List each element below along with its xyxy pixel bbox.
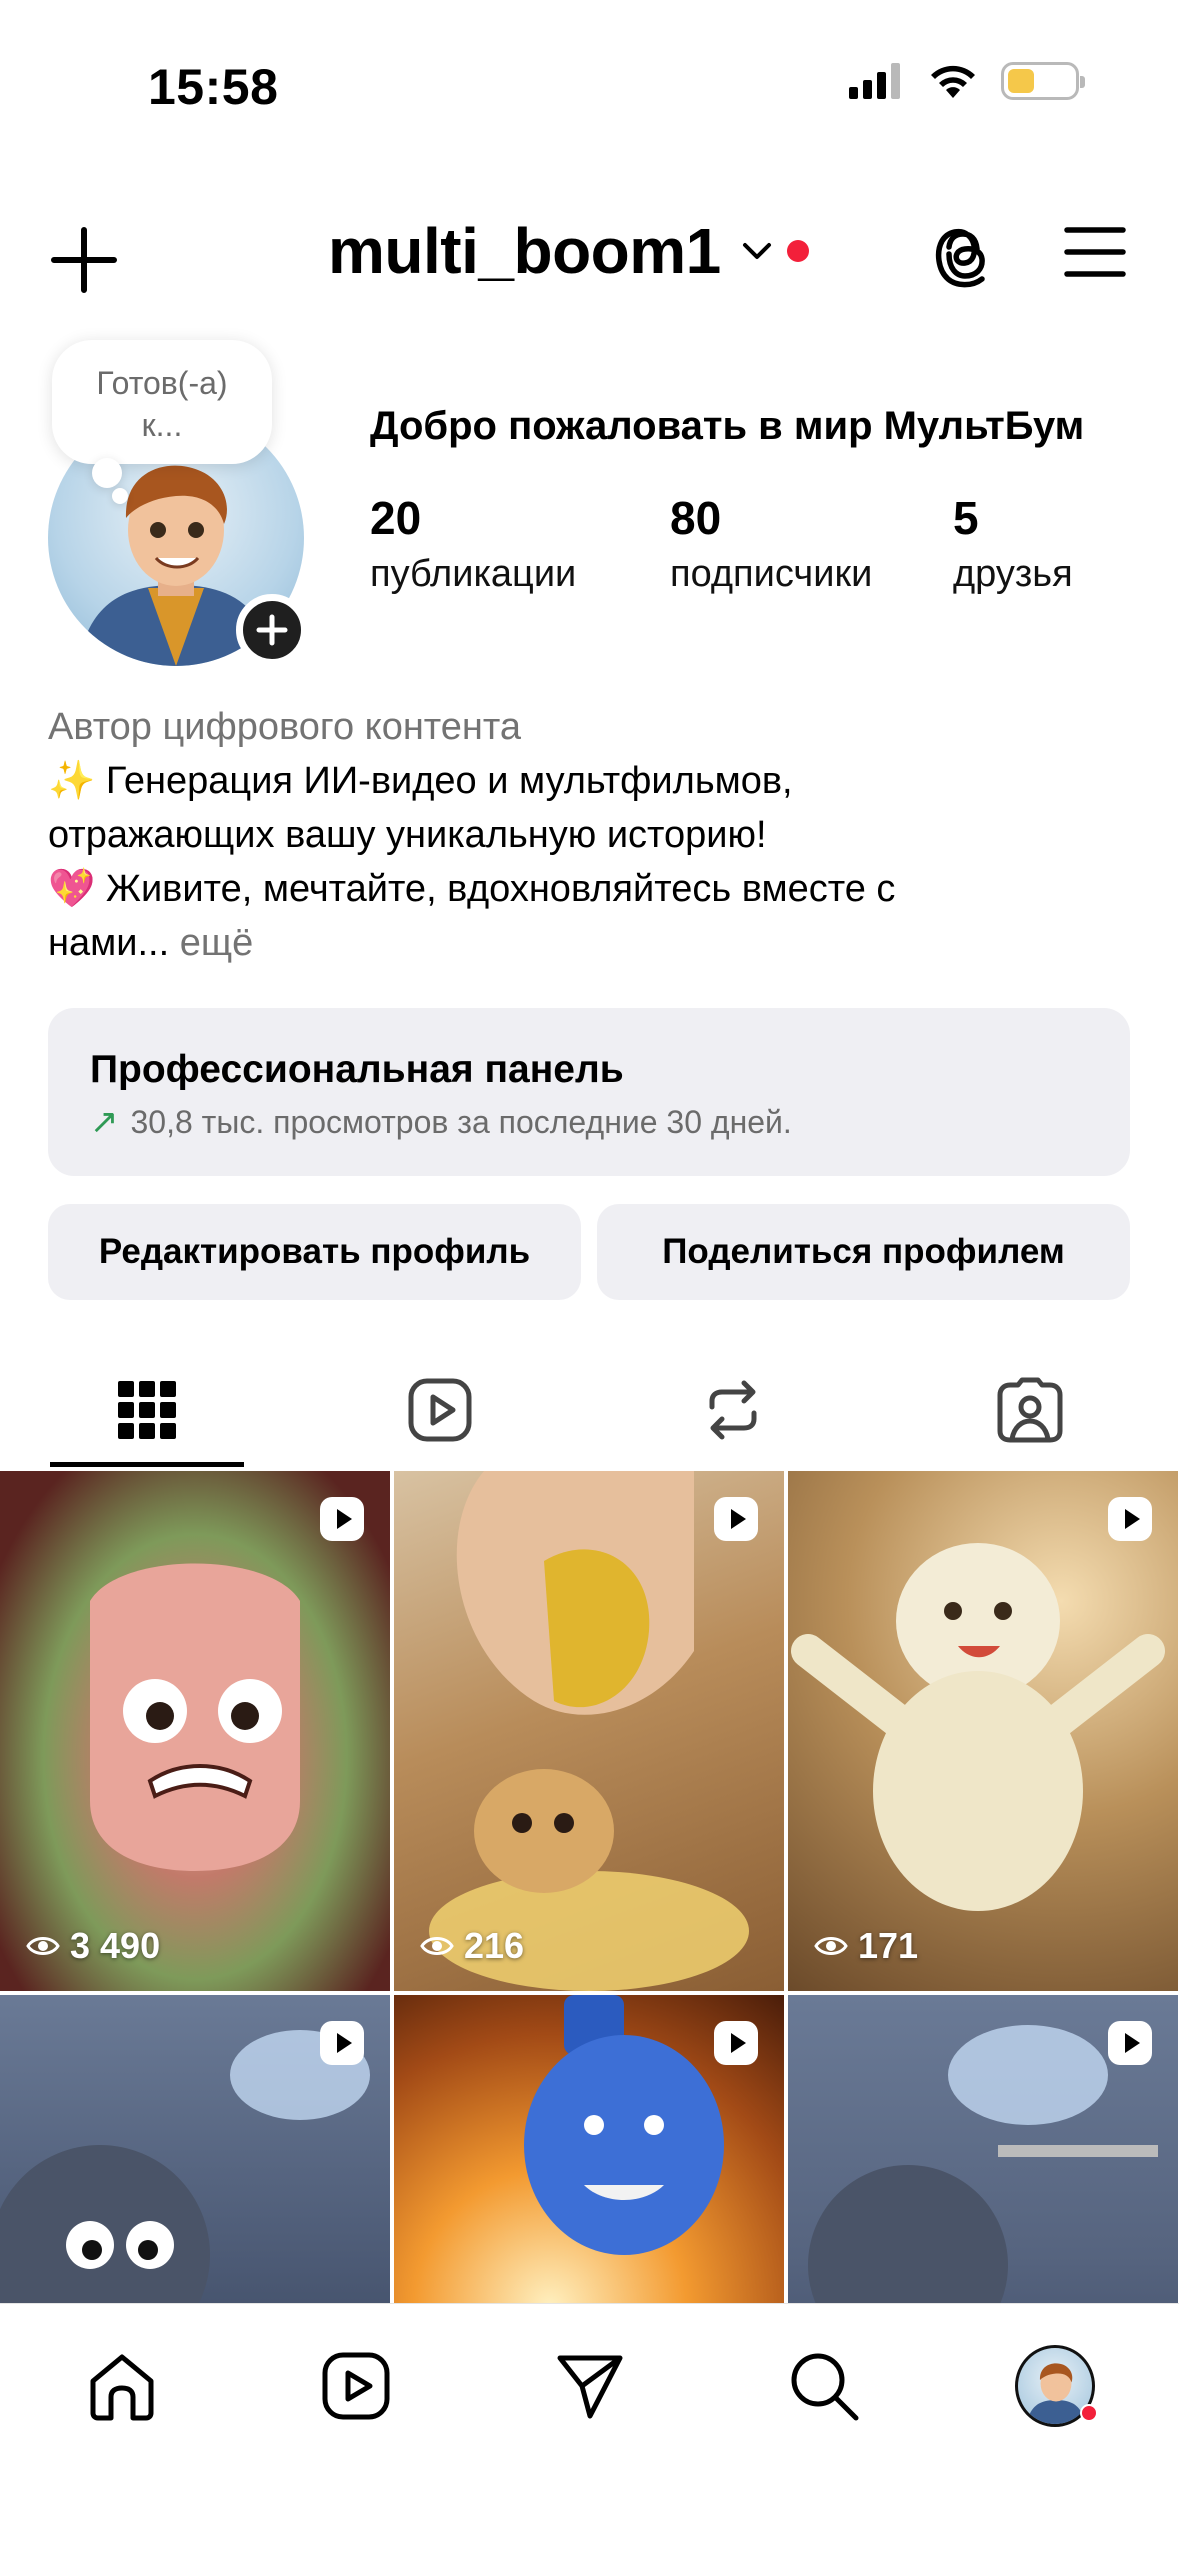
reels-icon bbox=[408, 1378, 472, 1442]
add-story-button[interactable] bbox=[236, 594, 308, 666]
status-icons bbox=[849, 62, 1085, 100]
views-eye-icon bbox=[26, 1937, 60, 1955]
reel-badge-icon bbox=[1108, 1497, 1152, 1541]
menu-icon[interactable] bbox=[1063, 222, 1127, 282]
share-profile-button[interactable]: Поделиться профилем bbox=[597, 1204, 1130, 1300]
post-thumbnail bbox=[90, 1563, 300, 1871]
nav-search[interactable] bbox=[784, 2346, 864, 2426]
post-tile[interactable]: 216 bbox=[394, 1471, 784, 1991]
status-time: 15:58 bbox=[148, 59, 279, 115]
profile-display-name: Добро пожаловать в мир МультБум bbox=[370, 404, 1085, 448]
post-tile[interactable] bbox=[788, 1995, 1178, 2303]
views-eye-icon bbox=[420, 1937, 454, 1955]
stat-label: публикации bbox=[370, 553, 577, 595]
post-thumbnail bbox=[791, 1543, 1165, 1911]
nav-messages[interactable] bbox=[550, 2346, 630, 2426]
profile-actions: Редактировать профиль Поделиться профиле… bbox=[48, 1204, 1130, 1300]
profile-notification-dot bbox=[1080, 2404, 1098, 2422]
grid-icon bbox=[118, 1381, 176, 1439]
stat-value: 80 bbox=[670, 492, 722, 544]
note-bubble[interactable]: Готов(-а) к... bbox=[52, 340, 272, 464]
post-tile[interactable]: 3 490 bbox=[0, 1471, 390, 1991]
stat-label: друзья bbox=[953, 553, 1073, 595]
post-views: 3 490 bbox=[26, 1925, 160, 1967]
bio-line: отражающих вашу уникальную историю! bbox=[48, 814, 767, 856]
bio-more-link[interactable]: ещё bbox=[180, 922, 254, 964]
battery-icon bbox=[1001, 62, 1085, 100]
pro-dashboard-views: 30,8 тыс. просмотров за последние 30 дне… bbox=[130, 1103, 792, 1140]
account-switcher[interactable]: multi_boom1 bbox=[328, 214, 809, 288]
active-tab-indicator bbox=[50, 1462, 244, 1467]
stat-friends[interactable]: 5 друзья bbox=[953, 490, 1073, 602]
profile-header: multi_boom1 bbox=[0, 200, 1179, 310]
post-tile[interactable] bbox=[394, 1995, 784, 2303]
pro-dashboard-subtitle: ↗ 30,8 тыс. просмотров за последние 30 д… bbox=[90, 1102, 1088, 1142]
chevron-down-icon bbox=[742, 243, 771, 259]
nav-home[interactable] bbox=[82, 2346, 162, 2426]
pro-dashboard-title: Профессиональная панель bbox=[90, 1048, 624, 1091]
post-views: 171 bbox=[814, 1925, 918, 1967]
tab-reposts[interactable] bbox=[633, 1350, 833, 1470]
bio-line-text: нами... bbox=[48, 922, 170, 964]
plus-icon bbox=[256, 614, 288, 646]
nav-reels[interactable] bbox=[316, 2346, 396, 2426]
reel-badge-icon bbox=[714, 1497, 758, 1541]
posts-grid: 3 490 216 171 bbox=[0, 1471, 1179, 2303]
post-view-count: 171 bbox=[858, 1925, 919, 1966]
repost-icon bbox=[709, 1380, 757, 1440]
note-bubble-tail-small bbox=[112, 488, 128, 504]
username: multi_boom1 bbox=[328, 215, 721, 287]
profile-bio: Автор цифрового контента ✨ Генерация ИИ-… bbox=[48, 700, 1128, 970]
post-thumbnail bbox=[429, 1471, 749, 1991]
stat-followers[interactable]: 80 подписчики bbox=[670, 490, 872, 602]
reel-badge-icon bbox=[714, 2021, 758, 2065]
note-bubble-tail bbox=[92, 458, 122, 488]
bio-line: нами... ещё bbox=[48, 916, 1128, 970]
trend-up-icon: ↗ bbox=[90, 1103, 119, 1141]
signal-icon bbox=[849, 63, 900, 99]
reel-badge-icon bbox=[320, 2021, 364, 2065]
post-views: 216 bbox=[420, 1925, 524, 1967]
stat-value: 20 bbox=[370, 492, 422, 544]
views-eye-icon bbox=[814, 1937, 848, 1955]
send-icon bbox=[557, 2355, 623, 2419]
tab-tagged[interactable] bbox=[930, 1350, 1130, 1470]
post-view-count: 216 bbox=[464, 1925, 525, 1966]
create-plus-icon[interactable] bbox=[48, 224, 120, 296]
home-icon bbox=[90, 2354, 154, 2421]
post-view-count: 3 490 bbox=[70, 1925, 161, 1966]
post-tile[interactable]: 171 bbox=[788, 1471, 1178, 1991]
search-icon bbox=[791, 2353, 859, 2421]
note-text: Готов(-а) к... bbox=[96, 365, 228, 443]
post-tile[interactable] bbox=[0, 1995, 390, 2303]
wifi-icon bbox=[931, 65, 975, 98]
reels-icon bbox=[322, 2352, 390, 2420]
notification-dot bbox=[786, 240, 809, 262]
bio-line: ✨ Генерация ИИ-видео и мультфильмов, bbox=[48, 760, 793, 802]
edit-profile-button[interactable]: Редактировать профиль bbox=[48, 1204, 581, 1300]
threads-icon[interactable] bbox=[930, 216, 996, 292]
profile-tabs bbox=[0, 1350, 1179, 1470]
reel-badge-icon bbox=[320, 1497, 364, 1541]
bottom-navigation bbox=[0, 2303, 1179, 2556]
stat-label: подписчики bbox=[670, 553, 873, 595]
tagged-icon bbox=[997, 1377, 1063, 1443]
professional-dashboard[interactable]: Профессиональная панель ↗ 30,8 тыс. прос… bbox=[48, 1008, 1130, 1176]
tab-reels[interactable] bbox=[340, 1350, 540, 1470]
bio-line: 💖 Живите, мечтайте, вдохновляйтесь вмест… bbox=[48, 868, 896, 910]
bio-category: Автор цифрового контента bbox=[48, 706, 522, 748]
stat-value: 5 bbox=[953, 492, 979, 544]
tab-posts-grid[interactable] bbox=[47, 1350, 247, 1470]
reel-badge-icon bbox=[1108, 2021, 1152, 2065]
stat-posts[interactable]: 20 публикации bbox=[370, 490, 576, 602]
